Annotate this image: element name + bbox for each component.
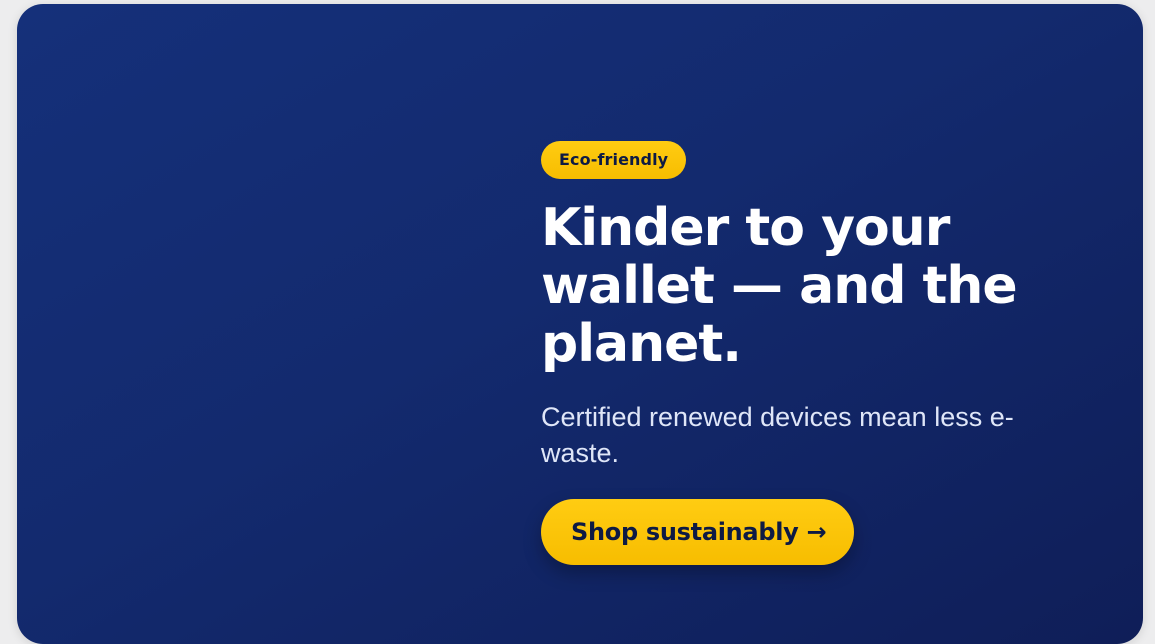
promo-subtext: Certified renewed devices mean less e-wa…: [541, 402, 1014, 468]
eco-friendly-badge: Eco-friendly: [541, 141, 687, 179]
shop-sustainably-button[interactable]: Shop sustainably →: [541, 499, 855, 565]
promo-content: Eco-friendly Kinder to your wallet — and…: [541, 141, 1101, 565]
promo-banner: Eco-friendly Kinder to your wallet — and…: [17, 4, 1143, 644]
promo-headline: Kinder to your wallet — and the planet.: [541, 198, 1018, 374]
